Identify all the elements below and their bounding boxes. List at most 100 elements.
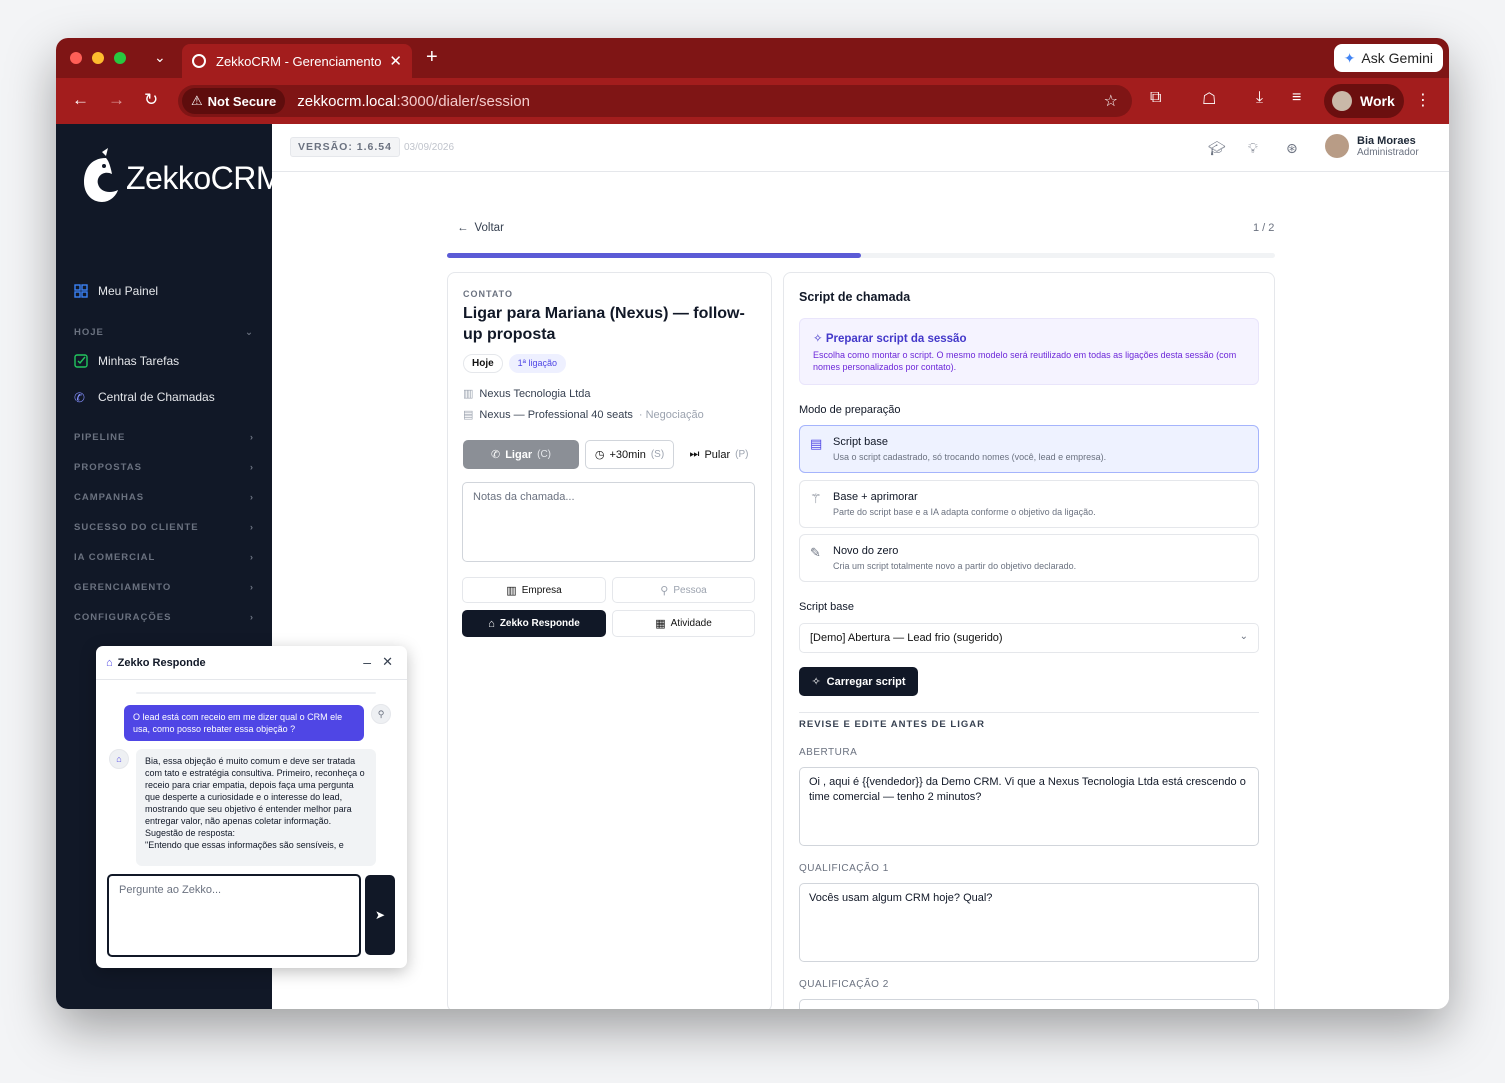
chat-input[interactable]: Pergunte ao Zekko...	[107, 874, 361, 957]
session-progress-fill	[447, 253, 861, 258]
header-date: 03/09/2026	[404, 142, 455, 153]
avatar	[1325, 134, 1349, 158]
sidebar-section-hoje[interactable]: HOJE ⌄	[74, 327, 254, 338]
bookmark-star-icon[interactable]: ☆	[1104, 91, 1118, 111]
pencil-icon: ✎	[810, 545, 821, 560]
logo-text: ZekkoCRM	[126, 159, 283, 196]
snooze-shortcut: (S)	[650, 449, 665, 460]
ask-gemini-button[interactable]: ✦ Ask Gemini	[1333, 44, 1443, 72]
version-badge: VERSÃO: 1.6.54	[290, 137, 400, 157]
graduation-cap-icon[interactable]: 🎓︎	[1208, 140, 1226, 157]
qualificacao-2-textarea[interactable]	[799, 999, 1259, 1009]
load-script-button[interactable]: ✧ Carregar script	[799, 667, 918, 696]
lightbulb-icon[interactable]: 💡︎	[1248, 140, 1258, 157]
bot-icon: ⌂	[106, 657, 113, 669]
forward-arrow-icon[interactable]: →	[108, 90, 125, 110]
call-button[interactable]: ✆ Ligar (C)	[463, 440, 579, 469]
tab-zekko-responde[interactable]: ⌂ Zekko Responde	[462, 610, 606, 637]
deal-name: Nexus — Professional 40 seats	[479, 408, 633, 421]
user-menu[interactable]: Bia Moraes Administrador	[1325, 134, 1419, 158]
help-buoy-icon[interactable]: ⊛	[1286, 140, 1298, 157]
contact-pills: Hoje 1ª ligação	[463, 354, 567, 373]
app-logo[interactable]: ZekkoCRM	[80, 146, 283, 210]
deal-stage: · Negociação	[638, 408, 704, 421]
back-arrow-icon[interactable]: ←	[72, 90, 89, 110]
url-text[interactable]: zekkocrm.local:3000/dialer/session	[297, 93, 530, 110]
sidebar-section-sucesso-cliente[interactable]: SUCESSO DO CLIENTE ›	[74, 522, 254, 533]
tab-search-icon[interactable]: ⌄	[154, 49, 166, 66]
profile-button[interactable]: Work	[1324, 84, 1404, 118]
option-description: Parte do script base e a IA adapta confo…	[833, 507, 1096, 517]
incognito-icon[interactable]: ☖	[1202, 89, 1216, 109]
qualificacao-1-label: QUALIFICAÇÃO 1	[799, 863, 889, 874]
skip-shortcut: (P)	[735, 449, 749, 460]
sidebar-item-minhas-tarefas[interactable]: Minhas Tarefas	[74, 354, 179, 368]
back-link[interactable]: ← Voltar	[457, 222, 504, 234]
load-script-label: Carregar script	[826, 675, 906, 688]
session-progress	[447, 253, 1275, 258]
minimize-window-button[interactable]	[92, 52, 104, 64]
sidebar-item-label: Central de Chamadas	[98, 390, 215, 404]
favicon-icon	[192, 54, 206, 68]
chevron-down-icon: ⌄	[245, 327, 254, 338]
option-novo-zero[interactable]: ✎ Novo do zero Cria um script totalmente…	[799, 534, 1259, 582]
abertura-textarea[interactable]: Oi , aqui é {{vendedor}} da Demo CRM. Vi…	[799, 767, 1259, 846]
extensions-icon[interactable]: ⧉	[1150, 89, 1161, 107]
new-tab-button[interactable]: +	[426, 46, 438, 69]
browser-menu-icon[interactable]: ⋮	[1415, 90, 1431, 110]
contact-company[interactable]: ▥ Nexus Tecnologia Ltda	[463, 387, 591, 401]
sidebar-section-configuracoes[interactable]: CONFIGURAÇÕES ›	[74, 612, 254, 623]
snooze-button[interactable]: ◷ +30min (S)	[585, 440, 674, 469]
zekko-chat-widget: ⌂ Zekko Responde – ✕ O lead está com rec…	[96, 646, 407, 968]
warning-icon: ⚠	[191, 93, 203, 108]
sparkles-icon: ✧	[813, 333, 823, 345]
briefcase-icon: ▤	[463, 409, 474, 421]
sidebar-item-central-chamadas[interactable]: ✆ Central de Chamadas	[74, 390, 215, 405]
profile-avatar	[1332, 91, 1352, 111]
not-secure-badge[interactable]: ⚠ Not Secure	[182, 88, 286, 114]
media-queue-icon[interactable]: ≡	[1292, 89, 1301, 107]
sidebar-section-label: CONFIGURAÇÕES	[74, 612, 172, 623]
sidebar-item-meu-painel[interactable]: Meu Painel	[74, 284, 158, 298]
send-button[interactable]: ➤	[365, 875, 395, 955]
minimize-icon[interactable]: –	[363, 654, 371, 670]
skip-button[interactable]: ⏭︎ Pular (P)	[680, 440, 758, 469]
divider	[799, 712, 1259, 713]
close-window-button[interactable]	[70, 52, 82, 64]
prep-description: Escolha como montar o script. O mesmo mo…	[813, 350, 1237, 372]
building-icon: ▥	[506, 584, 517, 597]
main-content: VERSÃO: 1.6.54 03/09/2026 🎓︎ 💡︎ ⊛ Bia Mo…	[272, 124, 1449, 1009]
close-icon[interactable]: ✕	[382, 654, 393, 670]
qualificacao-1-textarea[interactable]: Vocês usam algum CRM hoje? Qual?	[799, 883, 1259, 962]
sidebar-section-gerenciamento[interactable]: GERENCIAMENTO ›	[74, 582, 254, 593]
sidebar-section-propostas[interactable]: PROPOSTAS ›	[74, 462, 254, 473]
abertura-label: ABERTURA	[799, 747, 858, 758]
tab-atividade[interactable]: ▦ Atividade	[612, 610, 755, 637]
user-role: Administrador	[1357, 146, 1419, 158]
sidebar-item-label: Minhas Tarefas	[98, 354, 180, 368]
sidebar-section-pipeline[interactable]: PIPELINE ›	[74, 432, 254, 443]
option-script-base[interactable]: ▤ Script base Usa o script cadastrado, s…	[799, 425, 1259, 473]
tab-close-icon[interactable]: ✕	[389, 52, 402, 70]
address-bar[interactable]: ⚠ Not Secure zekkocrm.local:3000/dialer/…	[178, 85, 1132, 117]
gemini-icon: ✦	[1343, 49, 1356, 66]
reload-icon[interactable]: ↻	[144, 90, 158, 110]
sidebar-section-campanhas[interactable]: CAMPANHAS ›	[74, 492, 254, 503]
maximize-window-button[interactable]	[114, 52, 126, 64]
contact-deal[interactable]: ▤ Nexus — Professional 40 seats · Negoci…	[463, 408, 704, 422]
tab-empresa[interactable]: ▥ Empresa	[462, 577, 606, 603]
sidebar-section-ia-comercial[interactable]: IA COMERCIAL ›	[74, 552, 254, 563]
tab-bar: ⌄ ZekkoCRM - Gerenciamento ✕ + ✦ Ask Gem…	[56, 38, 1449, 78]
browser-tab[interactable]: ZekkoCRM - Gerenciamento ✕	[182, 44, 412, 78]
script-base-select[interactable]: [Demo] Abertura — Lead frio (sugerido) ⌄	[799, 623, 1259, 653]
chevron-right-icon: ›	[249, 492, 254, 503]
call-notes-input[interactable]: Notas da chamada...	[462, 482, 755, 562]
sidebar-section-label: GERENCIAMENTO	[74, 582, 172, 593]
document-icon: ▤	[810, 436, 823, 451]
phone-icon: ✆	[74, 390, 85, 405]
chevron-down-icon: ⌄	[1239, 631, 1248, 642]
tab-pessoa[interactable]: ⚲ Pessoa	[612, 577, 755, 603]
tab-label: Pessoa	[673, 584, 707, 596]
download-icon[interactable]: ⤓	[1256, 89, 1263, 107]
option-base-aprimorar[interactable]: ⚚ Base + aprimorar Parte do script base …	[799, 480, 1259, 528]
